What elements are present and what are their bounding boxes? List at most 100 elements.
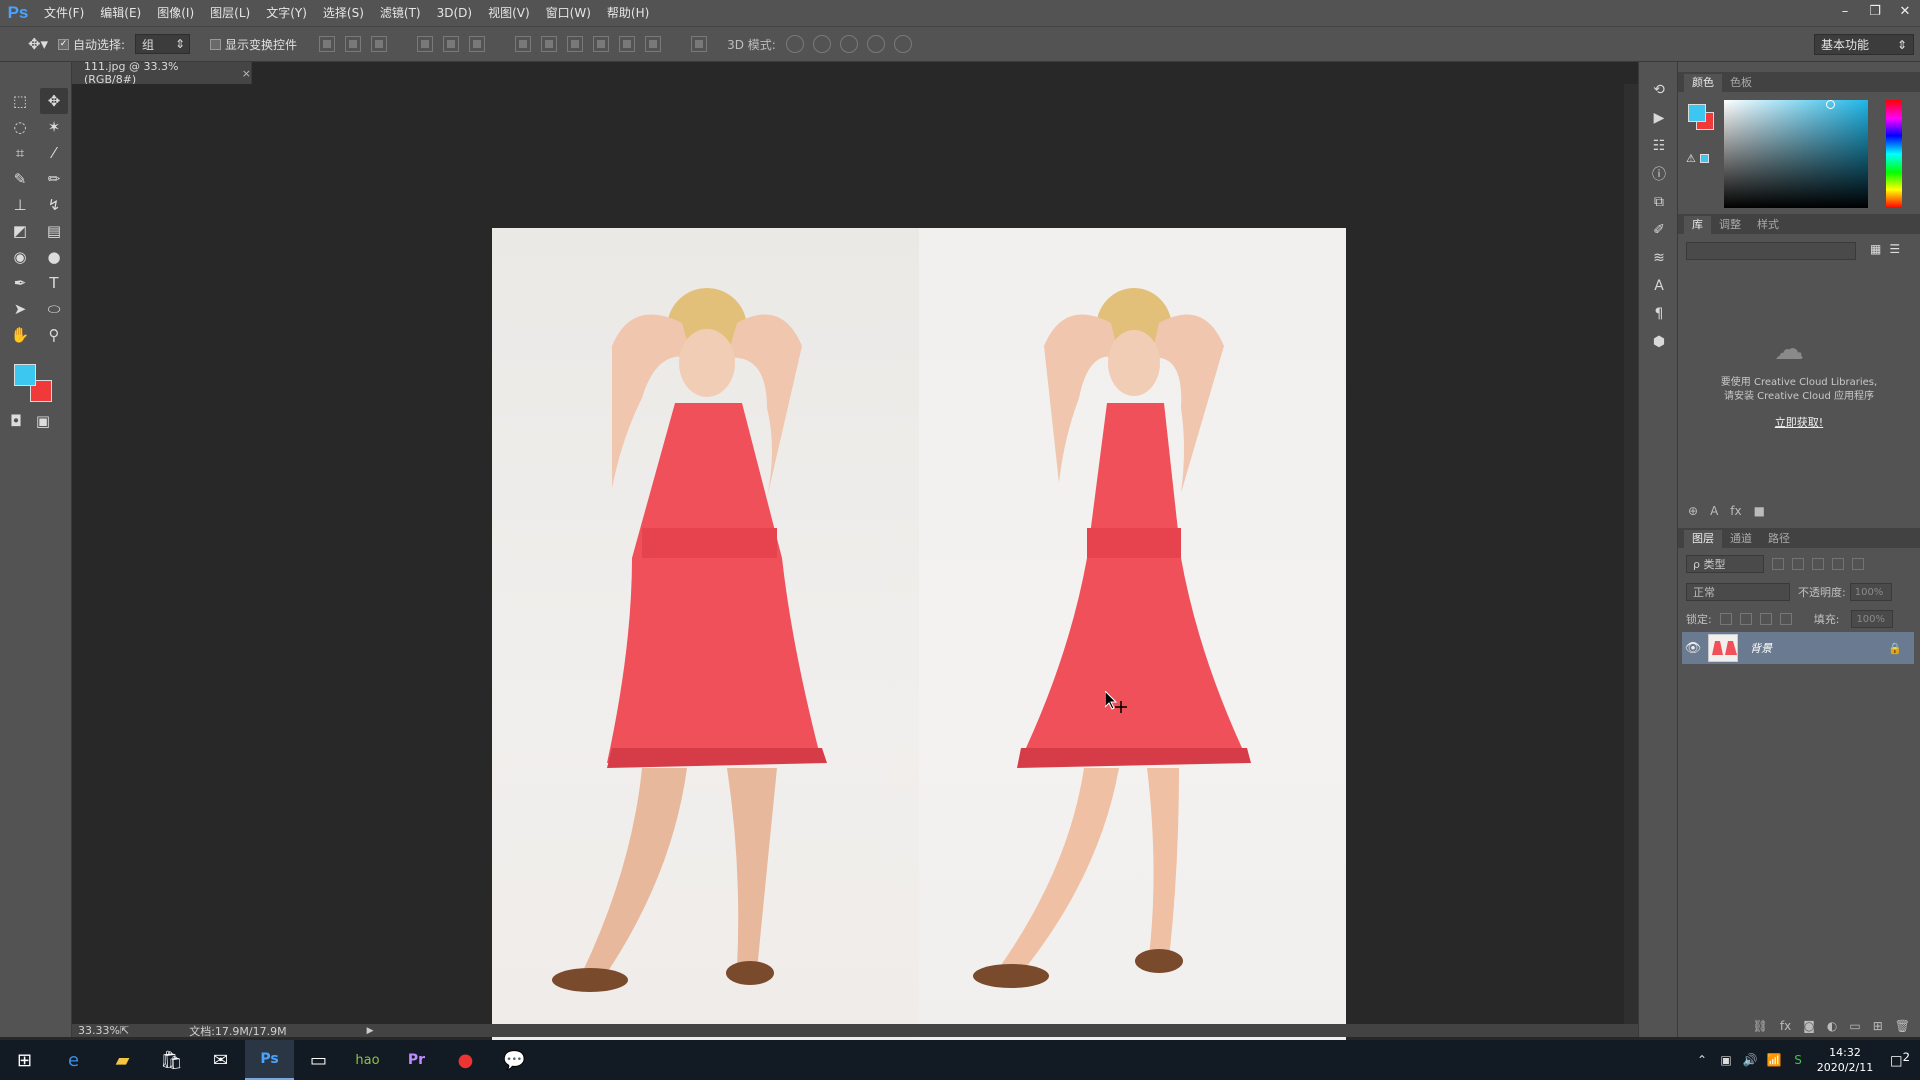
align-hcenter-icon[interactable] xyxy=(443,36,460,52)
panel-foreground-swatch[interactable] xyxy=(1688,104,1706,122)
workspace-dropdown[interactable]: 基本功能 ⇕ xyxy=(1814,34,1914,55)
align-bottom-icon[interactable] xyxy=(371,36,388,52)
show-transform-option[interactable]: 显示变换控件 xyxy=(210,36,297,53)
blend-mode-dropdown[interactable]: 正常 xyxy=(1686,583,1790,601)
layer-filter-dropdown[interactable]: ρ 类型 xyxy=(1686,555,1764,573)
smart-object-filter-icon[interactable] xyxy=(1852,558,1864,570)
distribute-vcenter-icon[interactable] xyxy=(541,36,558,52)
quick-mask-icon[interactable]: ◘ xyxy=(10,412,22,430)
3d-rotate-icon[interactable] xyxy=(785,35,804,53)
pen-tool-icon[interactable]: ✒ xyxy=(6,270,34,296)
healing-brush-tool-icon[interactable]: ✎ xyxy=(6,166,34,192)
close-tab-icon[interactable]: × xyxy=(242,67,251,80)
align-right-icon[interactable] xyxy=(469,36,486,52)
menu-image[interactable]: 图像(I) xyxy=(149,0,202,26)
3d-scale-icon[interactable] xyxy=(893,35,912,53)
move-tool-icon[interactable]: ✥ xyxy=(40,88,68,114)
clone-stamp-tool-icon[interactable]: ⊥ xyxy=(6,192,34,218)
color-swatches[interactable] xyxy=(12,362,58,406)
status-menu-arrow-icon[interactable]: ▶ xyxy=(367,1026,374,1036)
history-icon[interactable]: ⟲ xyxy=(1639,76,1679,104)
menu-layer[interactable]: 图层(L) xyxy=(202,0,258,26)
actions-icon[interactable]: ▶ xyxy=(1639,104,1679,132)
pixel-filter-icon[interactable] xyxy=(1772,558,1784,570)
spectrum-picker-dot[interactable] xyxy=(1826,100,1835,109)
restore-icon[interactable]: ❐ xyxy=(1860,0,1890,22)
3d-slide-icon[interactable] xyxy=(866,35,885,53)
hue-slider[interactable] xyxy=(1886,100,1902,208)
align-vcenter-icon[interactable] xyxy=(345,36,362,52)
auto-select-checkbox[interactable]: ✓ xyxy=(58,38,69,50)
auto-align-icon[interactable] xyxy=(691,36,708,52)
action-center-icon[interactable]: ☐2 xyxy=(1880,1050,1920,1071)
path-selection-tool-icon[interactable]: ➤ xyxy=(6,296,34,322)
fill-field[interactable]: 100% xyxy=(1851,610,1894,628)
distribute-hcenter-icon[interactable] xyxy=(619,36,636,52)
add-effect-icon[interactable]: fx xyxy=(1730,504,1741,518)
tab-color[interactable]: 颜色 xyxy=(1684,74,1722,92)
adjustment-layer-icon[interactable]: ◐ xyxy=(1827,1019,1837,1033)
align-top-icon[interactable] xyxy=(319,36,336,52)
lock-image-icon[interactable] xyxy=(1739,613,1752,625)
screen-mode-icon[interactable]: ▣ xyxy=(36,412,50,430)
new-group-icon[interactable]: ▭ xyxy=(1849,1019,1860,1033)
show-transform-checkbox[interactable] xyxy=(210,38,222,50)
3d-panel-icon[interactable]: ⬢ xyxy=(1639,328,1679,356)
record-icon[interactable]: ● xyxy=(441,1040,490,1080)
visibility-eye-icon[interactable]: 👁 xyxy=(1682,641,1704,656)
lock-position-icon[interactable] xyxy=(1759,613,1772,625)
layer-style-icon[interactable]: fx xyxy=(1780,1019,1791,1033)
zoom-tool-icon[interactable]: ⚲ xyxy=(40,322,68,348)
magic-wand-tool-icon[interactable]: ✶ xyxy=(40,114,68,140)
close-icon[interactable]: ✕ xyxy=(1890,0,1920,22)
menu-select[interactable]: 选择(S) xyxy=(315,0,372,26)
web-safe-swatch[interactable] xyxy=(1699,154,1709,163)
out-of-gamut-warning[interactable]: ⚠ xyxy=(1686,152,1709,165)
ellipse-tool-icon[interactable]: ⬭ xyxy=(40,296,68,322)
grid-view-icon[interactable]: ▦ xyxy=(1870,242,1881,256)
lock-all-icon[interactable] xyxy=(1779,613,1792,625)
zoom-level[interactable]: 33.33% xyxy=(78,1024,120,1037)
premiere-icon[interactable]: Pr xyxy=(392,1040,441,1080)
distribute-right-icon[interactable] xyxy=(645,36,662,52)
brush-tool-icon[interactable]: ✏ xyxy=(40,166,68,192)
start-button-icon[interactable]: ⊞ xyxy=(0,1040,49,1080)
lasso-tool-icon[interactable]: ◌ xyxy=(6,114,34,140)
auto-select-dropdown[interactable]: 组 ⇕ xyxy=(135,34,191,54)
add-text-icon[interactable]: A xyxy=(1710,504,1718,518)
canvas-scrollbar[interactable] xyxy=(1624,84,1638,1024)
document-canvas[interactable] xyxy=(492,228,1346,1045)
menu-filter[interactable]: 滤镜(T) xyxy=(372,0,429,26)
3d-roll-icon[interactable] xyxy=(812,35,831,53)
eraser-tool-icon[interactable]: ◩ xyxy=(6,218,34,244)
paragraph-icon[interactable]: ¶ xyxy=(1639,300,1679,328)
library-dropdown[interactable] xyxy=(1686,242,1856,260)
menu-view[interactable]: 视图(V) xyxy=(480,0,538,26)
shape-filter-icon[interactable] xyxy=(1832,558,1844,570)
document-tab[interactable]: 111.jpg @ 33.3%(RGB/8#) × xyxy=(72,60,252,86)
crop-tool-icon[interactable]: ⌗ xyxy=(6,140,34,166)
marquee-tool-icon[interactable]: ⬚ xyxy=(6,88,34,114)
layer-name[interactable]: 背景 xyxy=(1750,640,1888,656)
character-icon[interactable]: A xyxy=(1639,272,1679,300)
volume-icon[interactable]: 🔊 xyxy=(1738,1053,1762,1067)
menu-window[interactable]: 窗口(W) xyxy=(538,0,599,26)
type-filter-icon[interactable] xyxy=(1812,558,1824,570)
add-color-icon[interactable]: ■ xyxy=(1754,504,1765,518)
link-layers-icon[interactable]: ⛓ xyxy=(1753,1019,1768,1033)
network-icon[interactable]: 📶 xyxy=(1762,1053,1786,1067)
security-icon[interactable]: S xyxy=(1786,1053,1810,1067)
export-icon[interactable]: ⇱ xyxy=(120,1024,129,1037)
menu-edit[interactable]: 编辑(E) xyxy=(92,0,149,26)
edge-browser-icon[interactable]: e xyxy=(49,1040,98,1080)
clone-source-icon[interactable]: ⧉ xyxy=(1639,188,1679,216)
lock-transparent-icon[interactable] xyxy=(1719,613,1732,625)
add-content-icon[interactable]: ⊕ xyxy=(1688,504,1698,518)
adjustment-filter-icon[interactable] xyxy=(1792,558,1804,570)
list-view-icon[interactable]: ☰ xyxy=(1889,242,1900,256)
delete-layer-icon[interactable]: 🗑 xyxy=(1895,1019,1910,1033)
history-brush-tool-icon[interactable]: ↯ xyxy=(40,192,68,218)
mail-icon[interactable]: ✉ xyxy=(196,1040,245,1080)
move-tool-preset-icon[interactable]: ✥▾ xyxy=(18,32,58,56)
menu-file[interactable]: 文件(F) xyxy=(36,0,92,26)
